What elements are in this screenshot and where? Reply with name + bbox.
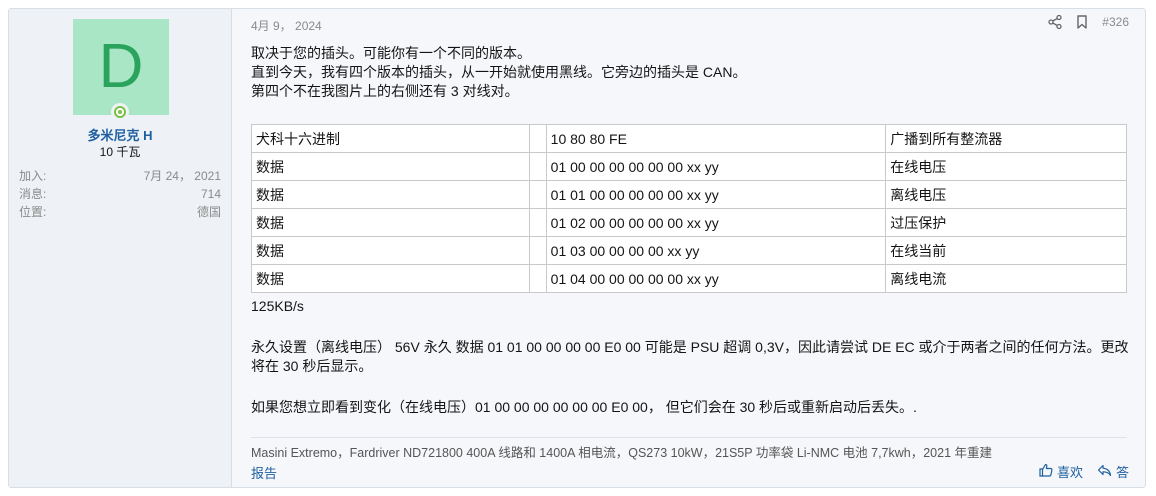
post-date[interactable]: 4月 9， 2024 bbox=[251, 17, 322, 34]
stat-value[interactable]: 德国 bbox=[197, 203, 221, 221]
username-link[interactable]: 多米尼克 H bbox=[9, 125, 231, 144]
post-content-column: 4月 9， 2024 #326 取决于您的插头。可能你有一个不同的版本。 直到今… bbox=[251, 9, 1129, 487]
user-stats: 加入: 7月 24， 2021 消息: 714 位置: 德国 bbox=[19, 167, 221, 221]
table-cell: 01 02 00 00 00 00 00 xx yy bbox=[545, 208, 887, 237]
table-cell: 数据 bbox=[251, 236, 530, 265]
user-signature: Masini Extremo，Fardriver ND721800 400A 线… bbox=[251, 446, 993, 460]
stat-label: 加入: bbox=[19, 169, 47, 183]
bookmark-icon[interactable] bbox=[1076, 15, 1088, 29]
forum-post: D 多米尼克 H 10 千瓦 加入: 7月 24， 2021 消息: 714 位… bbox=[8, 8, 1146, 488]
table-cell bbox=[528, 236, 547, 265]
post-line: 第四个不在我图片上的右侧还有 3 对线对。 bbox=[251, 83, 519, 99]
reply-icon bbox=[1097, 464, 1112, 480]
reply-button[interactable]: 答 bbox=[1097, 462, 1129, 481]
table-cell: 犬科十六进制 bbox=[251, 124, 530, 153]
table-cell: 在线电压 bbox=[885, 152, 1127, 181]
table-cell: 广播到所有整流器 bbox=[885, 124, 1127, 153]
avatar[interactable]: D bbox=[73, 19, 169, 115]
table-cell: 01 01 00 00 00 00 00 xx yy bbox=[545, 180, 887, 209]
post-paragraph: 如果您想立即看到变化（在线电压）01 00 00 00 00 00 00 E0 … bbox=[251, 399, 917, 415]
table-cell: 在线当前 bbox=[885, 236, 1127, 265]
stat-location: 位置: 德国 bbox=[19, 203, 221, 221]
table-cell: 离线电压 bbox=[885, 180, 1127, 209]
stat-value[interactable]: 714 bbox=[201, 185, 221, 203]
table-cell bbox=[528, 124, 547, 153]
share-icon[interactable] bbox=[1048, 15, 1062, 29]
can-command-table: 犬科十六进制 10 80 80 FE 广播到所有整流器 数据 01 00 00 … bbox=[251, 124, 1127, 293]
table-cell bbox=[528, 180, 547, 209]
table-row: 数据 01 04 00 00 00 00 00 xx yy 离线电流 bbox=[251, 264, 1127, 293]
like-button[interactable]: 喜欢 bbox=[1039, 462, 1083, 481]
post-paragraph: 永久设置（离线电压） 56V 永久 数据 01 01 00 00 00 00 E… bbox=[251, 339, 1129, 374]
stat-label: 位置: bbox=[19, 205, 47, 219]
table-cell: 数据 bbox=[251, 264, 530, 293]
table-cell: 过压保护 bbox=[885, 208, 1127, 237]
stat-label: 消息: bbox=[19, 187, 47, 201]
stat-messages: 消息: 714 bbox=[19, 185, 221, 203]
thumbs-up-icon bbox=[1039, 463, 1053, 480]
table-row: 数据 01 01 00 00 00 00 00 xx yy 离线电压 bbox=[251, 180, 1127, 209]
table-cell: 数据 bbox=[251, 208, 530, 237]
online-status-icon bbox=[111, 103, 129, 121]
post-line: 直到今天，我有四个版本的插头，从一开始就使用黑线。它旁边的插头是 CAN。 bbox=[251, 64, 747, 80]
post-line: 取决于您的插头。可能你有一个不同的版本。 bbox=[251, 45, 531, 61]
table-cell bbox=[528, 264, 547, 293]
table-cell: 离线电流 bbox=[885, 264, 1127, 293]
user-title: 10 千瓦 bbox=[99, 145, 141, 159]
table-cell: 01 04 00 00 00 00 00 xx yy bbox=[545, 264, 887, 293]
table-cell: 10 80 80 FE bbox=[545, 124, 887, 153]
table-cell: 数据 bbox=[251, 180, 530, 209]
stat-joined: 加入: 7月 24， 2021 bbox=[19, 167, 221, 185]
table-row: 犬科十六进制 10 80 80 FE 广播到所有整流器 bbox=[251, 124, 1127, 153]
stat-value: 7月 24， 2021 bbox=[143, 169, 221, 183]
reply-label: 答 bbox=[1115, 465, 1129, 480]
baud-rate-text: 125KB/s bbox=[251, 298, 304, 314]
post-top-actions: #326 bbox=[1048, 15, 1129, 29]
user-info-column: D 多米尼克 H 10 千瓦 加入: 7月 24， 2021 消息: 714 位… bbox=[9, 9, 232, 487]
signature-divider bbox=[251, 437, 1127, 438]
table-cell: 01 00 00 00 00 00 00 xx yy bbox=[545, 152, 887, 181]
report-link[interactable]: 报告 bbox=[251, 463, 277, 482]
post-bottom-actions: 喜欢 答 bbox=[1039, 462, 1129, 481]
table-cell bbox=[528, 208, 547, 237]
post-body: 取决于您的插头。可能你有一个不同的版本。 直到今天，我有四个版本的插头，从一开始… bbox=[251, 44, 1129, 101]
table-row: 数据 01 03 00 00 00 00 xx yy 在线当前 bbox=[251, 236, 1127, 265]
table-cell: 数据 bbox=[251, 152, 530, 181]
post-number-link[interactable]: #326 bbox=[1102, 15, 1129, 29]
like-label: 喜欢 bbox=[1056, 465, 1083, 480]
table-row: 数据 01 00 00 00 00 00 00 xx yy 在线电压 bbox=[251, 152, 1127, 181]
table-row: 数据 01 02 00 00 00 00 00 xx yy 过压保护 bbox=[251, 208, 1127, 237]
table-cell bbox=[528, 152, 547, 181]
table-cell: 01 03 00 00 00 00 xx yy bbox=[545, 236, 887, 265]
